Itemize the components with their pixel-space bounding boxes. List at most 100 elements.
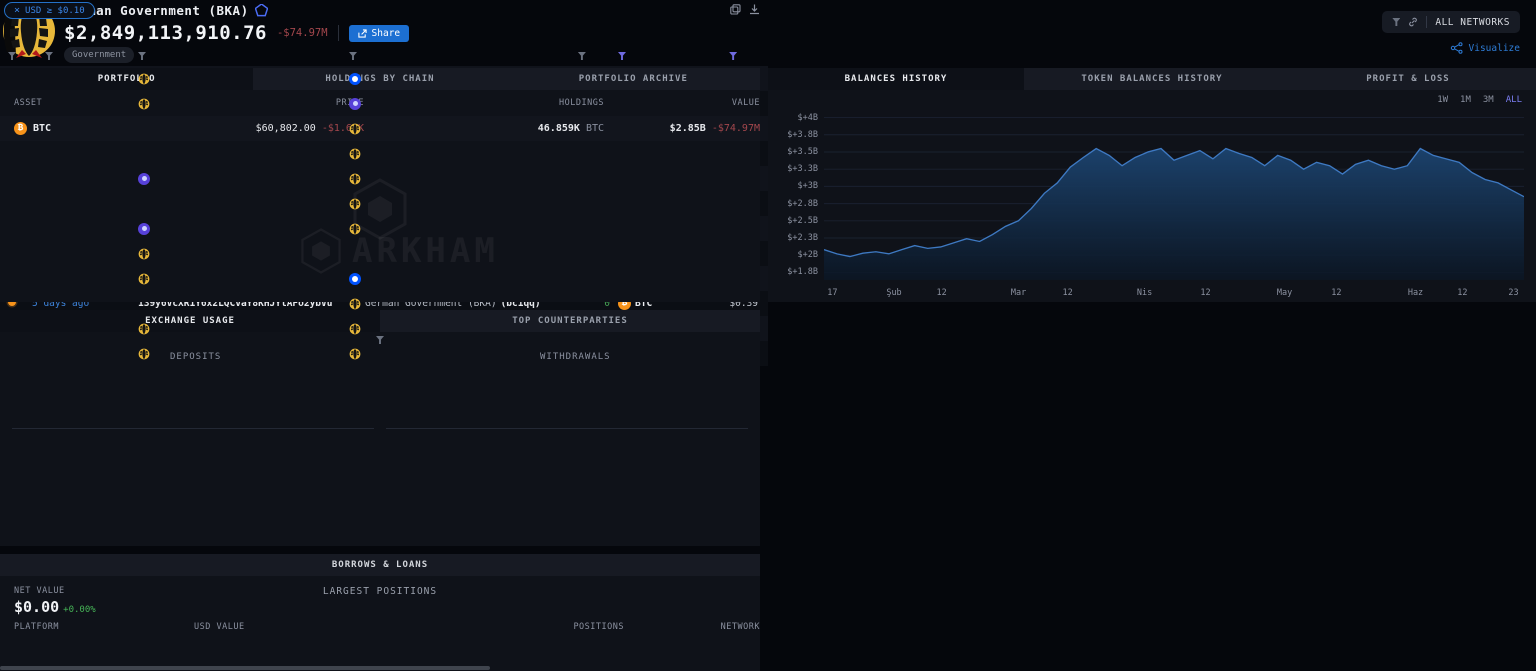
entity-balance: $2,849,113,910.76	[64, 22, 267, 44]
share-icon	[358, 29, 367, 38]
net-value-change: +0.00%	[63, 605, 96, 615]
link-icon[interactable]	[1408, 17, 1418, 27]
price-cell: $60,802.00 -$1.60K	[174, 123, 364, 134]
holdings-cell: 46.859K BTC	[364, 123, 604, 134]
col-platform[interactable]: PLATFORM	[14, 622, 194, 632]
x-tick: 17	[827, 288, 837, 298]
y-tick: $+3.3B	[787, 164, 818, 174]
german-government-icon	[349, 223, 361, 235]
exchange-usage-panel: EXCHANGE USAGE TOP COUNTERPARTIES DEPOSI…	[0, 310, 760, 546]
col-positions[interactable]: POSITIONS	[394, 622, 624, 632]
download-icon[interactable]	[749, 4, 760, 15]
tab-holdings-by-chain[interactable]: HOLDINGS BY CHAIN	[253, 68, 506, 90]
y-tick: $+1.8B	[787, 267, 818, 277]
german-government-icon	[349, 348, 361, 360]
x-tick: 12	[936, 288, 946, 298]
german-government-icon	[349, 123, 361, 135]
share-button[interactable]: Share	[349, 25, 410, 42]
x-tick: 12	[1331, 288, 1341, 298]
german-government-icon	[349, 148, 361, 160]
horizontal-scrollbar[interactable]	[0, 666, 490, 670]
german-government-icon	[349, 173, 361, 185]
kraken-icon	[349, 98, 361, 110]
german-government-icon	[138, 323, 150, 335]
range-all[interactable]: ALL	[1506, 95, 1522, 105]
x-tick: 23	[1508, 288, 1518, 298]
usd-filter-pill[interactable]: × USD ≥ $0.10	[4, 2, 95, 19]
balance-change: -$74.97M	[277, 27, 328, 39]
tab-portfolio[interactable]: PORTFOLIO	[0, 68, 253, 90]
german-government-icon	[349, 298, 361, 310]
portfolio-row[interactable]: ₿BTC$60,802.00 -$1.60K46.859K BTC$2.85B …	[0, 116, 760, 141]
filter-icon[interactable]	[1392, 18, 1400, 26]
y-tick: $+2.5B	[787, 216, 818, 226]
tab-balances-history[interactable]: BALANCES HISTORY	[768, 68, 1024, 90]
chart-range-selector: 1W 1M 3M ALL	[1437, 95, 1522, 105]
range-1w[interactable]: 1W	[1437, 95, 1448, 105]
tab-exchange-usage[interactable]: EXCHANGE USAGE	[0, 310, 380, 332]
visualize-button[interactable]: Visualize	[1450, 42, 1520, 54]
y-tick: $+3B	[798, 181, 818, 191]
divider	[1426, 16, 1427, 28]
y-tick: $+2.8B	[787, 199, 818, 209]
y-tick: $+2B	[798, 250, 818, 260]
value-cell: $2.85B -$74.97M	[604, 123, 760, 134]
portfolio-rows: ₿BTC$60,802.00 -$1.60K46.859K BTC$2.85B …	[0, 116, 760, 141]
exchange-filter-icon[interactable]	[376, 336, 384, 344]
net-value: $0.00	[14, 598, 59, 616]
balances-history-panel: BALANCES HISTORY TOKEN BALANCES HISTORY …	[768, 68, 1536, 302]
tab-profit-loss[interactable]: PROFIT & LOSS	[1280, 68, 1536, 90]
copy-icon[interactable]	[730, 4, 741, 15]
kraken-icon	[138, 223, 150, 235]
tab-token-balances-history[interactable]: TOKEN BALANCES HISTORY	[1024, 68, 1280, 90]
range-3m[interactable]: 3M	[1483, 95, 1494, 105]
german-government-icon	[349, 198, 361, 210]
entity-tag-government[interactable]: Government	[64, 47, 134, 63]
x-tick: Nis	[1137, 288, 1152, 298]
y-tick: $+2.3B	[787, 233, 818, 243]
y-tick: $+3.8B	[787, 130, 818, 140]
deposits-divider	[12, 428, 374, 429]
btc-icon: ₿	[14, 122, 27, 135]
range-1m[interactable]: 1M	[1460, 95, 1471, 105]
x-tick: 12	[1200, 288, 1210, 298]
tab-portfolio-archive[interactable]: PORTFOLIO ARCHIVE	[507, 68, 760, 90]
kraken-icon	[138, 173, 150, 185]
col-asset[interactable]: ASSET	[14, 98, 174, 108]
german-government-icon	[138, 248, 150, 260]
x-tick: May	[1277, 288, 1292, 298]
withdrawals-divider	[386, 428, 748, 429]
col-network[interactable]: NETWORK	[624, 622, 760, 632]
all-networks-selector[interactable]: ALL NETWORKS	[1382, 11, 1520, 33]
german-government-icon	[138, 73, 150, 85]
x-tick: 12	[1457, 288, 1467, 298]
col-price[interactable]: PRICE	[174, 98, 364, 108]
x-tick: Şub	[886, 288, 901, 298]
german-government-icon	[138, 98, 150, 110]
portfolio-panel: PORTFOLIO HOLDINGS BY CHAIN PORTFOLIO AR…	[0, 68, 760, 302]
x-tick: Haz	[1408, 288, 1423, 298]
divider	[338, 25, 339, 41]
x-tick: 12	[1062, 288, 1072, 298]
borrows-loans-panel: BORROWS & LOANS NET VALUE $0.00+0.00% LA…	[0, 554, 760, 671]
col-value[interactable]: VALUE	[604, 98, 760, 108]
x-tick: Mar	[1011, 288, 1026, 298]
borrows-loans-title[interactable]: BORROWS & LOANS	[0, 554, 760, 576]
german-government-icon	[349, 323, 361, 335]
coinbase-icon	[349, 73, 361, 85]
asset-cell: ₿BTC	[14, 122, 174, 135]
col-holdings[interactable]: HOLDINGS	[364, 98, 604, 108]
balances-chart[interactable]	[824, 110, 1524, 280]
y-tick: $+3.5B	[787, 147, 818, 157]
withdrawals-label: WITHDRAWALS	[540, 352, 611, 362]
tab-top-counterparties[interactable]: TOP COUNTERPARTIES	[380, 310, 760, 332]
visualize-graph-icon	[1450, 42, 1464, 54]
largest-positions-label: LARGEST POSITIONS	[0, 586, 760, 597]
german-government-icon	[138, 273, 150, 285]
german-government-icon	[138, 348, 150, 360]
all-networks-label: ALL NETWORKS	[1435, 17, 1510, 28]
deposits-label: DEPOSITS	[170, 352, 221, 362]
col-usd-value[interactable]: USD VALUE	[194, 622, 394, 632]
y-tick: $+4B	[798, 113, 818, 123]
remove-filter-icon[interactable]: ×	[14, 5, 20, 16]
